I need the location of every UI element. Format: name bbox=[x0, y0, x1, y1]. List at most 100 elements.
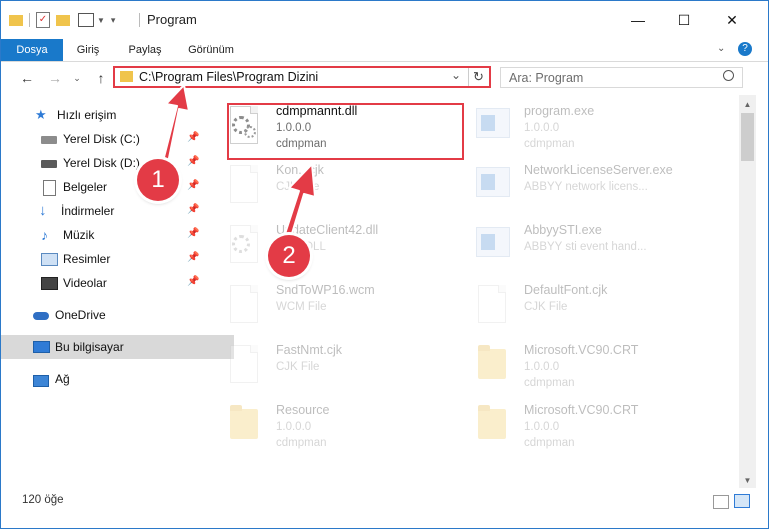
sidebar-item-this-pc[interactable]: Bu bilgisayar bbox=[1, 335, 234, 359]
documents-icon bbox=[41, 180, 57, 196]
sidebar-item-label: Bu bilgisayar bbox=[55, 340, 124, 354]
search-icon[interactable] bbox=[723, 70, 734, 81]
expand-ribbon-icon[interactable]: ⌄ bbox=[717, 43, 725, 54]
file-item-kon-cjk[interactable]: Kon...cjk CJK File bbox=[206, 159, 446, 219]
maximize-button[interactable]: ☐ bbox=[661, 1, 707, 39]
file-icon bbox=[474, 285, 510, 329]
navigation-pane: ★ Hızlı erişim Yerel Disk (C:) 📌 Yerel D… bbox=[1, 95, 234, 485]
address-path[interactable]: C:\Program Files\Program Dizini bbox=[139, 70, 318, 84]
address-bar[interactable]: C:\Program Files\Program Dizini ⌄ ↻ bbox=[113, 66, 491, 88]
new-folder-icon[interactable] bbox=[56, 14, 70, 26]
pin-icon[interactable]: 📌 bbox=[187, 180, 199, 191]
file-item-abbyysti-exe[interactable]: AbbyySTI.exe ABBYY sti event hand... bbox=[454, 219, 694, 279]
drive-icon bbox=[41, 156, 57, 170]
up-icon[interactable]: ↑ bbox=[91, 68, 111, 88]
sidebar-item-label: Yerel Disk (D:) bbox=[63, 156, 140, 170]
minimize-button[interactable]: — bbox=[615, 1, 661, 39]
tiles-view-icon[interactable] bbox=[734, 494, 750, 508]
file-version: 1.0.0.0 bbox=[524, 122, 560, 134]
videos-icon bbox=[41, 276, 58, 290]
chevron-down-icon[interactable]: ▼ bbox=[97, 16, 105, 25]
dll-gear-icon bbox=[226, 225, 262, 269]
folder-icon bbox=[120, 71, 133, 82]
pin-icon[interactable]: 📌 bbox=[187, 132, 199, 143]
file-item-updateclient42-dll[interactable]: UpdateClient42.dll ...rce DLL bbox=[206, 219, 446, 279]
tab-dosya[interactable]: Dosya bbox=[1, 39, 63, 61]
scroll-thumb[interactable] bbox=[741, 113, 754, 161]
file-item-defaultfont-cjk[interactable]: DefaultFont.cjk CJK File bbox=[454, 279, 694, 339]
pictures-icon bbox=[41, 252, 58, 266]
search-placeholder[interactable]: Ara: Program bbox=[509, 71, 583, 85]
tab-paylas[interactable]: Paylaş bbox=[117, 39, 173, 61]
sidebar-item-label: Resimler bbox=[63, 252, 111, 266]
window-title: Program bbox=[147, 12, 197, 27]
pin-icon[interactable]: 📌 bbox=[187, 276, 199, 287]
customize-icon[interactable]: ▾ bbox=[111, 15, 116, 26]
file-name: AbbyySTI.exe bbox=[524, 223, 602, 237]
file-description: ABBYY sti event hand... bbox=[524, 241, 647, 253]
file-type: WCM File bbox=[276, 301, 327, 313]
address-row: ← → ⌄ ↑ C:\Program Files\Program Dizini … bbox=[1, 62, 768, 94]
app-icon bbox=[474, 225, 510, 269]
details-view-icon[interactable] bbox=[713, 495, 729, 509]
quick-access-toolbar: ✓ ▼ ▾ bbox=[9, 11, 115, 29]
file-name: FastNmt.cjk bbox=[276, 343, 342, 357]
sidebar-item-onedrive[interactable]: OneDrive bbox=[1, 303, 234, 327]
sidebar-item-label: Belgeler bbox=[63, 180, 108, 194]
file-type: CJK File bbox=[276, 181, 320, 193]
tab-gorunum[interactable]: Görünüm bbox=[179, 39, 243, 61]
sidebar-item-label: Videolar bbox=[63, 276, 107, 290]
file-version: 1.0.0.0 bbox=[524, 361, 560, 373]
file-name: DefaultFont.cjk bbox=[524, 283, 608, 297]
scroll-down-icon[interactable]: ▼ bbox=[739, 473, 756, 487]
file-item-program-exe[interactable]: program.exe 1.0.0.0 cdmpman bbox=[454, 100, 694, 160]
sidebar-item-label: Yerel Disk (C:) bbox=[63, 132, 140, 146]
file-name: NetworkLicenseServer.exe bbox=[524, 163, 673, 177]
sidebar-item-label: OneDrive bbox=[55, 308, 106, 322]
sidebar-item-network[interactable]: Ağ bbox=[1, 367, 234, 391]
back-icon[interactable]: ← bbox=[17, 68, 37, 88]
file-item-microsoft-vc90-crt-2[interactable]: Microsoft.VC90.CRT 1.0.0.0 cdmpman bbox=[454, 399, 694, 459]
view-icon[interactable] bbox=[78, 13, 94, 27]
tab-giris[interactable]: Giriş bbox=[63, 39, 113, 61]
file-name: Resource bbox=[276, 403, 330, 417]
file-item-microsoft-vc90-crt[interactable]: Microsoft.VC90.CRT 1.0.0.0 cdmpman bbox=[454, 339, 694, 399]
file-company: cdmpman bbox=[524, 437, 575, 449]
step-marker-2: 2 bbox=[268, 235, 310, 277]
file-item-networklicenseserver-exe[interactable]: NetworkLicenseServer.exe ABBYY network l… bbox=[454, 159, 694, 219]
drive-icon bbox=[41, 132, 57, 146]
forward-icon[interactable]: → bbox=[45, 68, 65, 88]
file-type: CJK File bbox=[276, 361, 320, 373]
file-name: SndToWP16.wcm bbox=[276, 283, 375, 297]
sidebar-item-indirmeler[interactable]: ↓ İndirmeler 📌 bbox=[1, 199, 240, 223]
file-type: CJK File bbox=[524, 301, 568, 313]
file-name: Kon...cjk bbox=[276, 163, 324, 177]
file-item-sndtowp16-wcm[interactable]: SndToWP16.wcm WCM File bbox=[206, 279, 446, 339]
file-icon bbox=[226, 165, 262, 209]
sidebar-item-label: Müzik bbox=[63, 228, 95, 242]
address-divider bbox=[468, 68, 469, 86]
file-item-fastnmt-cjk[interactable]: FastNmt.cjk CJK File bbox=[206, 339, 446, 399]
pin-icon[interactable]: 📌 bbox=[187, 252, 199, 263]
title-bar: ✓ ▼ ▾ Program — ☐ ✕ bbox=[1, 1, 768, 39]
close-button[interactable]: ✕ bbox=[709, 1, 755, 39]
vertical-scrollbar[interactable]: ▲ ▼ bbox=[739, 95, 756, 488]
folder-icon[interactable] bbox=[9, 14, 23, 26]
sidebar-item-quick-access[interactable]: ★ Hızlı erişim bbox=[1, 103, 236, 127]
pin-icon[interactable]: 📌 bbox=[187, 228, 199, 239]
pin-icon[interactable]: 📌 bbox=[187, 204, 199, 215]
step-marker-1: 1 bbox=[137, 159, 179, 201]
recent-locations-icon[interactable]: ⌄ bbox=[67, 68, 87, 88]
ribbon-tabs: Dosya Giriş Paylaş Görünüm ⌄ ? bbox=[1, 39, 768, 62]
address-dropdown-icon[interactable]: ⌄ bbox=[451, 68, 461, 82]
music-icon: ♪ bbox=[41, 227, 48, 243]
scroll-up-icon[interactable]: ▲ bbox=[739, 97, 756, 111]
search-box[interactable]: Ara: Program bbox=[500, 67, 743, 88]
file-version: 1.0.0.0 bbox=[524, 421, 560, 433]
computer-icon bbox=[33, 340, 50, 354]
help-icon[interactable]: ? bbox=[738, 42, 752, 56]
file-item-resource[interactable]: Resource 1.0.0.0 cdmpman bbox=[206, 399, 446, 459]
pin-icon[interactable]: 📌 bbox=[187, 156, 199, 167]
refresh-icon[interactable]: ↻ bbox=[473, 69, 484, 85]
properties-icon[interactable]: ✓ bbox=[36, 12, 50, 28]
